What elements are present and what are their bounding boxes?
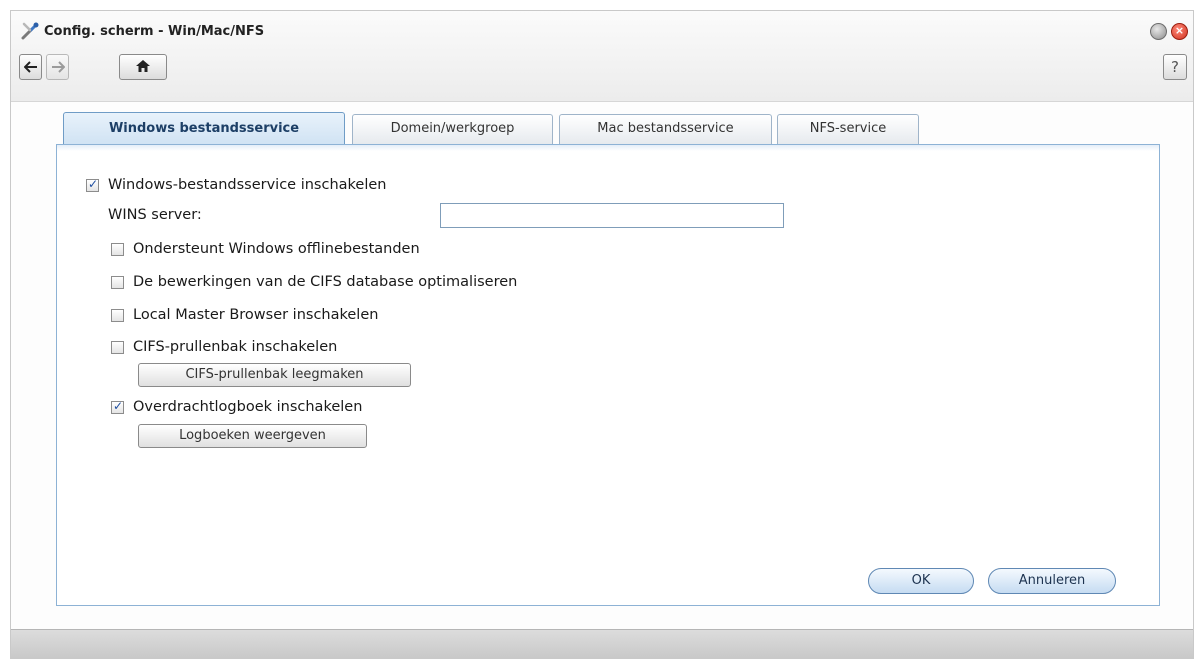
home-button[interactable] bbox=[119, 54, 167, 80]
config-window: Config. scherm - Win/Mac/NFS × ? Windows… bbox=[10, 10, 1194, 659]
close-button[interactable]: × bbox=[1171, 23, 1188, 40]
view-logs-button[interactable]: Logboeken weergeven bbox=[138, 424, 367, 448]
enable-windows-service-label: Windows-bestandsservice inschakelen bbox=[108, 177, 387, 193]
title-bar: Config. scherm - Win/Mac/NFS × ? bbox=[11, 11, 1193, 102]
help-button[interactable]: ? bbox=[1163, 54, 1187, 80]
enable-windows-service-row[interactable]: Windows-bestandsservice inschakelen bbox=[86, 177, 386, 193]
offline-files-row[interactable]: Ondersteunt Windows offlinebestanden bbox=[111, 241, 420, 257]
tab-mac-file-service[interactable]: Mac bestandsservice bbox=[559, 114, 772, 144]
offline-files-checkbox[interactable] bbox=[111, 242, 124, 256]
master-browser-label: Local Master Browser inschakelen bbox=[133, 307, 379, 323]
transfer-log-label: Overdrachtlogboek inschakelen bbox=[133, 399, 363, 415]
help-icon: ? bbox=[1171, 58, 1179, 76]
forward-button[interactable] bbox=[46, 54, 69, 80]
ok-button[interactable]: OK bbox=[868, 568, 974, 594]
empty-recycle-bin-button[interactable]: CIFS-prullenbak leegmaken bbox=[138, 363, 411, 387]
master-browser-row[interactable]: Local Master Browser inschakelen bbox=[111, 307, 378, 323]
transfer-log-checkbox[interactable] bbox=[111, 399, 124, 414]
arrow-right-icon bbox=[51, 58, 65, 77]
wins-server-input[interactable] bbox=[440, 203, 784, 228]
cancel-button[interactable]: Annuleren bbox=[988, 568, 1116, 594]
window-title: Config. scherm - Win/Mac/NFS bbox=[44, 24, 265, 39]
status-bar bbox=[11, 629, 1193, 658]
panel-divider bbox=[57, 145, 1159, 151]
recycle-bin-row[interactable]: CIFS-prullenbak inschakelen bbox=[111, 339, 337, 355]
recycle-bin-label: CIFS-prullenbak inschakelen bbox=[133, 339, 338, 355]
minimize-button[interactable] bbox=[1150, 23, 1167, 40]
arrow-left-icon bbox=[23, 58, 38, 77]
cifs-db-label: De bewerkingen van de CIFS database opti… bbox=[133, 274, 518, 290]
tools-icon bbox=[20, 21, 40, 41]
tab-nfs-service[interactable]: NFS-service bbox=[777, 114, 919, 144]
offline-files-label: Ondersteunt Windows offlinebestanden bbox=[133, 241, 420, 257]
master-browser-checkbox[interactable] bbox=[111, 308, 124, 322]
enable-windows-service-checkbox[interactable] bbox=[86, 177, 99, 192]
home-icon bbox=[135, 58, 151, 77]
back-button[interactable] bbox=[19, 54, 42, 80]
cifs-db-checkbox[interactable] bbox=[111, 275, 124, 289]
wins-server-label: WINS server: bbox=[108, 207, 202, 223]
tab-domain-workgroup[interactable]: Domein/werkgroep bbox=[352, 114, 553, 144]
cifs-db-row[interactable]: De bewerkingen van de CIFS database opti… bbox=[111, 274, 517, 290]
transfer-log-row[interactable]: Overdrachtlogboek inschakelen bbox=[111, 399, 362, 415]
recycle-bin-checkbox[interactable] bbox=[111, 340, 124, 354]
tab-windows-file-service[interactable]: Windows bestandsservice bbox=[63, 112, 345, 146]
